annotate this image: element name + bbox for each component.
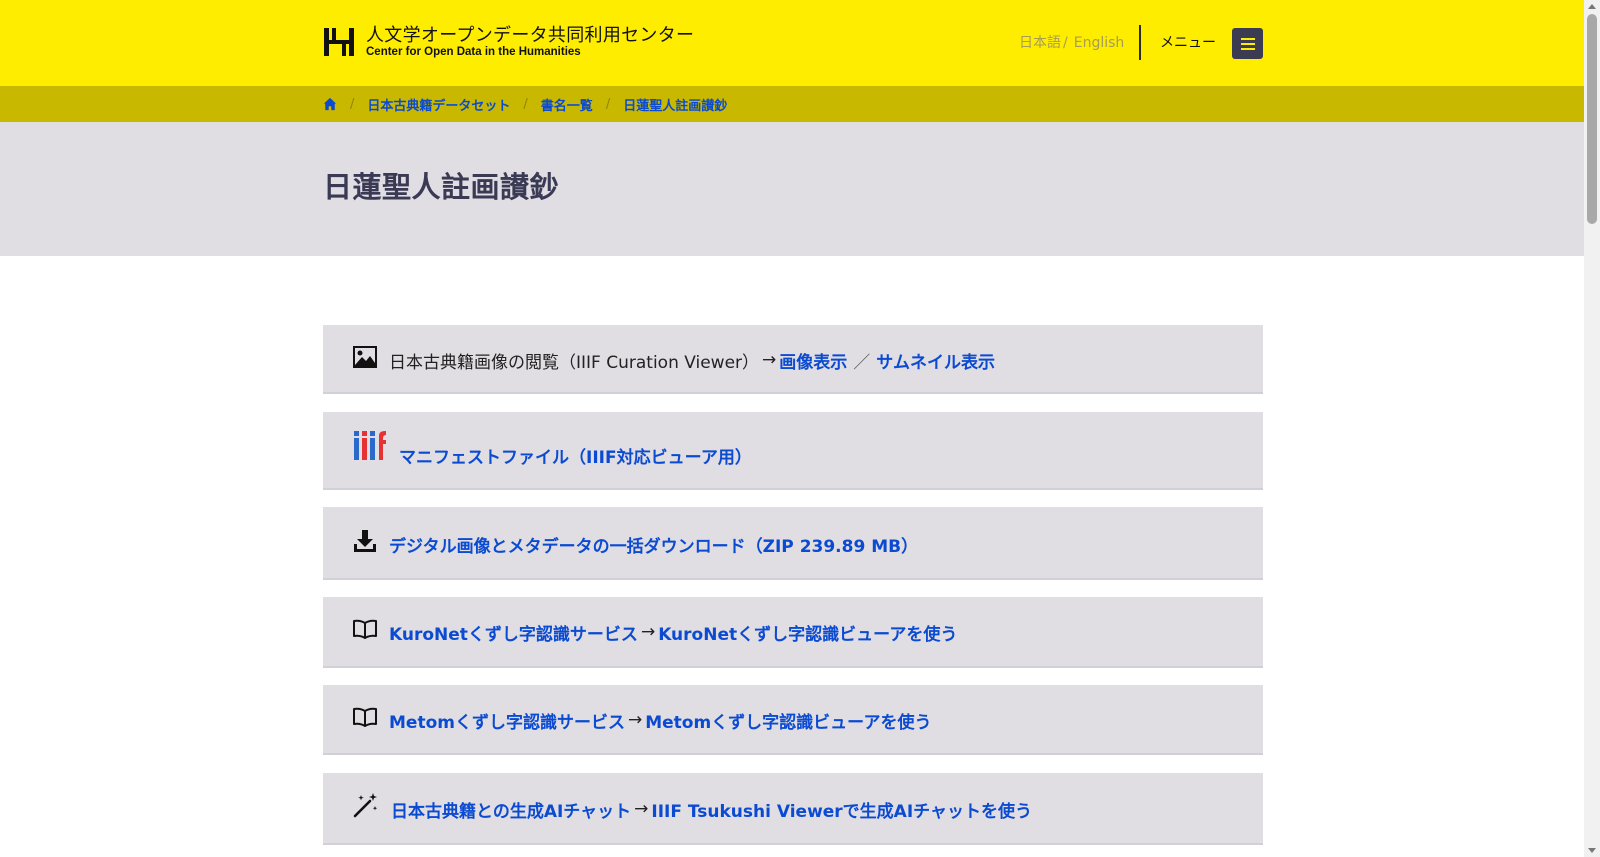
breadcrumb-home[interactable] — [323, 97, 337, 111]
scroll-up-arrow-icon[interactable] — [1588, 4, 1596, 9]
panel-metom: Metomくずし字認識サービス → Metomくずし字認識ビューアを使う — [323, 685, 1263, 755]
metom-service-link[interactable]: Metomくずし字認識サービス — [389, 708, 625, 733]
lang-japanese-link[interactable]: 日本語 — [1019, 35, 1061, 51]
breadcrumb-separator: / — [605, 96, 611, 112]
tsukushi-viewer-link[interactable]: IIIF Tsukushi Viewerで生成AIチャットを使う — [651, 797, 1032, 822]
arrow: → — [627, 710, 643, 730]
kuronet-viewer-link[interactable]: KuroNetくずし字認識ビューアを使う — [658, 620, 957, 645]
site-header: 人文学オープンデータ共同利用センター Center for Open Data … — [0, 0, 1584, 86]
breadcrumb-bar: / 日本古典籍データセット / 書名一覧 / 日蓮聖人註画讃鈔 — [0, 86, 1584, 122]
logo-text: 人文学オープンデータ共同利用センター Center for Open Data … — [366, 24, 695, 59]
breadcrumb-item-title-list[interactable]: 書名一覧 — [541, 95, 593, 114]
arrow: → — [634, 799, 649, 819]
lang-english-link[interactable]: English — [1074, 35, 1125, 51]
panel-download: デジタル画像とメタデータの一括ダウンロード（ZIP 239.89 MB） — [323, 507, 1263, 580]
title-band: 日蓮聖人註画讃鈔 — [0, 122, 1584, 256]
manifest-file-link[interactable]: マニフェストファイル（IIIF対応ビューア用） — [399, 443, 752, 468]
ai-chat-link[interactable]: 日本古典籍との生成AIチャット — [391, 797, 631, 822]
image-icon — [353, 346, 377, 368]
panel-image-viewer: 日本古典籍画像の閲覧（IIIF Curation Viewer） → 画像表示 … — [323, 325, 1263, 394]
breadcrumb-separator: / — [523, 96, 528, 112]
home-icon — [323, 97, 337, 111]
breadcrumb-item-dataset[interactable]: 日本古典籍データセット — [367, 95, 510, 114]
page-title: 日蓮聖人註画讃鈔 — [323, 170, 560, 204]
panel-kuronet: KuroNetくずし字認識サービス → KuroNetくずし字認識ビューアを使う — [323, 597, 1263, 668]
magic-wand-icon — [353, 793, 378, 818]
metom-viewer-link[interactable]: Metomくずし字認識ビューアを使う — [645, 708, 931, 733]
logo-title-ja: 人文学オープンデータ共同利用センター — [366, 24, 695, 46]
download-icon — [354, 530, 376, 552]
language-switcher: 日本語 / English — [1019, 34, 1124, 52]
breadcrumb-item-current[interactable]: 日蓮聖人註画讃鈔 — [623, 95, 727, 114]
scrollbar[interactable] — [1584, 0, 1600, 857]
menu-button[interactable] — [1232, 28, 1263, 59]
image-viewer-text: 日本古典籍画像の閲覧（IIIF Curation Viewer） — [389, 352, 760, 373]
slash-separator: ／ — [853, 352, 871, 373]
scrollbar-thumb[interactable] — [1587, 14, 1597, 224]
image-display-link[interactable]: 画像表示 — [779, 348, 847, 373]
lang-separator: / — [1063, 35, 1068, 51]
book-icon — [353, 619, 377, 639]
panel-ai-chat: 日本古典籍との生成AIチャット → IIIF Tsukushi Viewerで生… — [323, 773, 1263, 845]
site-logo[interactable]: 人文学オープンデータ共同利用センター Center for Open Data … — [323, 24, 695, 59]
logo-title-en: Center for Open Data in the Humanities — [366, 45, 581, 58]
scroll-down-arrow-icon[interactable] — [1588, 848, 1596, 853]
kuronet-service-link[interactable]: KuroNetくずし字認識サービス — [389, 620, 638, 645]
iiif-logo-icon — [354, 431, 386, 460]
arrow: → — [640, 622, 656, 642]
panel-manifest: マニフェストファイル（IIIF対応ビューア用） — [323, 412, 1263, 490]
bulk-download-link[interactable]: デジタル画像とメタデータの一括ダウンロード（ZIP 239.89 MB） — [389, 532, 918, 557]
breadcrumb: / 日本古典籍データセット / 書名一覧 / 日蓮聖人註画讃鈔 — [323, 86, 727, 122]
breadcrumb-separator: / — [350, 96, 355, 112]
menu-label[interactable]: メニュー — [1160, 34, 1216, 52]
book-icon — [353, 707, 377, 727]
thumbnail-display-link[interactable]: サムネイル表示 — [876, 348, 995, 373]
arrow: → — [762, 350, 777, 370]
hamburger-icon — [1240, 37, 1255, 50]
codh-logo-icon — [324, 28, 354, 56]
header-divider — [1139, 25, 1141, 60]
